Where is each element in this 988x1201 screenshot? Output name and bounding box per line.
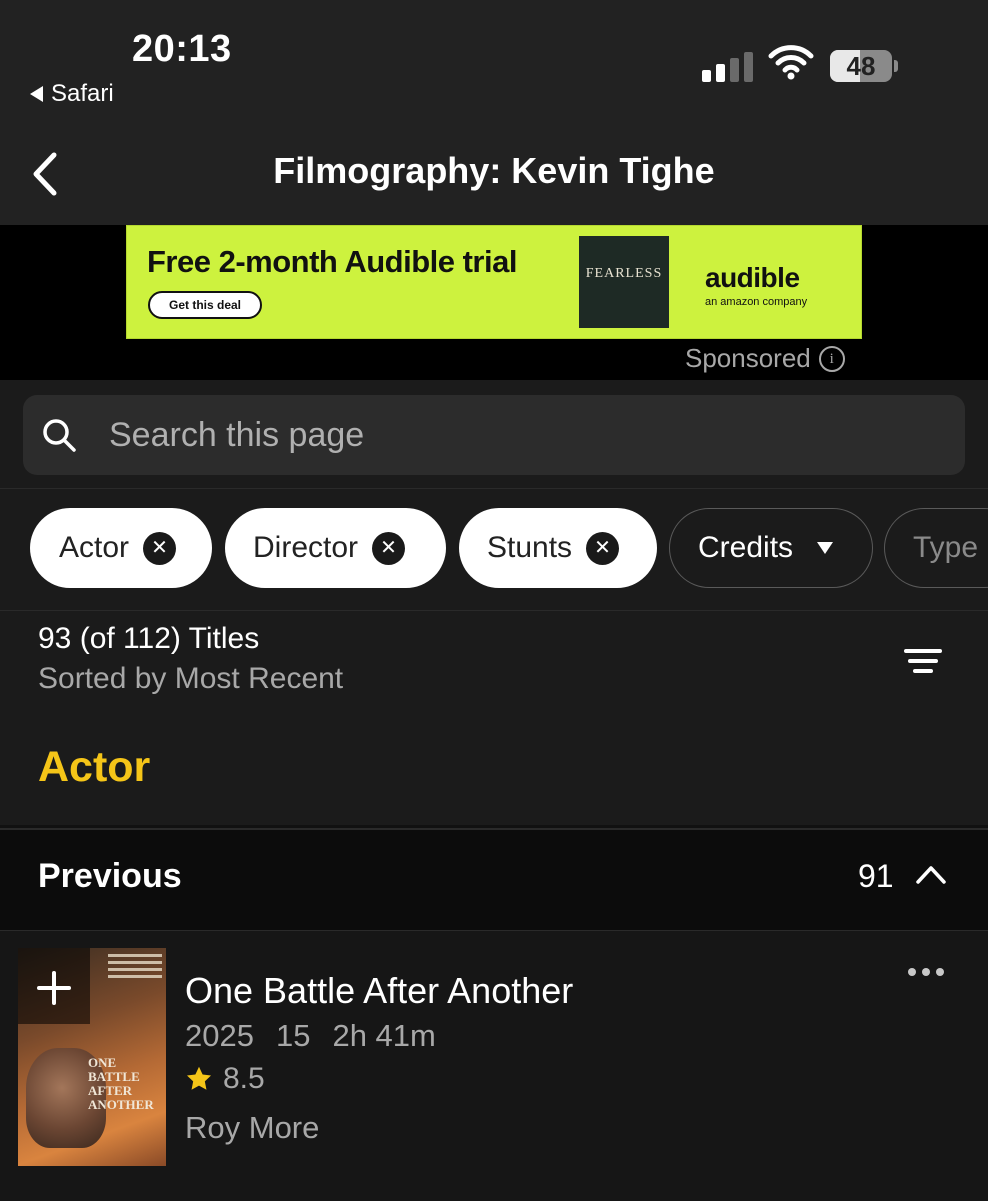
sort-description: Sorted by Most Recent — [38, 662, 344, 695]
item-certificate: 15 — [275, 1018, 311, 1053]
chevron-up-icon[interactable] — [914, 862, 948, 886]
add-to-watchlist-button[interactable] — [18, 948, 90, 1024]
rating-value: 8.5 — [223, 1062, 265, 1095]
info-icon[interactable]: i — [818, 345, 845, 372]
search-bar[interactable] — [23, 395, 965, 475]
filter-chip-actor[interactable]: Actor ✕ — [30, 508, 212, 588]
cellular-signal-icon — [702, 52, 753, 82]
ad-brand-logo: audible — [705, 262, 800, 293]
filter-chip-stunts[interactable]: Stunts ✕ — [459, 508, 657, 588]
ad-book-cover: FEARLESS — [579, 236, 669, 328]
search-input[interactable] — [109, 395, 929, 475]
remove-filter-icon[interactable]: ✕ — [143, 531, 177, 565]
sponsored-label: Sponsored i — [685, 343, 845, 374]
battery-icon: 48 — [830, 50, 898, 82]
filter-chip-director[interactable]: Director ✕ — [225, 508, 446, 588]
results-count: 93 (of 112) Titles — [38, 622, 260, 655]
filter-chip-label: Actor — [59, 531, 130, 564]
back-app-label: Safari — [51, 80, 114, 107]
filter-dropdown-label: Type — [913, 531, 979, 564]
item-title[interactable]: One Battle After Another — [185, 970, 573, 1012]
ad-headline: Free 2-month Audible trial — [147, 244, 517, 279]
status-time: 20:13 — [132, 28, 232, 70]
filter-dropdown-label: Credits — [698, 531, 794, 564]
sort-icon[interactable] — [904, 647, 944, 677]
back-triangle-icon — [30, 86, 43, 102]
ad-cta-button[interactable]: Get this deal — [148, 291, 262, 319]
ad-book-title: FEARLESS — [585, 266, 663, 281]
remove-filter-icon[interactable]: ✕ — [586, 531, 620, 565]
back-to-app-link[interactable]: Safari — [30, 80, 114, 108]
group-label: Previous — [38, 857, 182, 895]
wifi-icon — [768, 45, 814, 80]
filter-dropdown-credits[interactable]: Credits — [669, 508, 873, 588]
poster-title-text: ONE BATTLE AFTER ANOTHER — [88, 1055, 154, 1112]
group-count: 91 — [858, 858, 894, 894]
item-runtime: 2h 41m — [332, 1018, 436, 1053]
more-options-icon[interactable] — [908, 968, 944, 976]
remove-filter-icon[interactable]: ✕ — [372, 531, 406, 565]
ad-brand-subtitle: an amazon company — [705, 296, 808, 308]
section-title: Actor — [38, 743, 151, 791]
page-title: Filmography: Kevin Tighe — [273, 150, 715, 191]
star-icon — [186, 1066, 212, 1090]
filter-chip-label: Stunts — [487, 531, 573, 564]
filter-chip-label: Director — [253, 531, 359, 564]
caret-down-icon — [817, 542, 834, 554]
item-year: 2025 — [185, 1018, 254, 1053]
plus-icon — [37, 971, 71, 1005]
filter-dropdown-type[interactable]: Type — [884, 508, 988, 588]
item-rating: 8.5 — [185, 1062, 265, 1096]
search-icon — [43, 419, 76, 452]
battery-level: 48 — [846, 51, 876, 81]
ad-banner[interactable]: Free 2-month Audible trial Get this deal… — [126, 225, 862, 339]
sponsored-text: Sponsored — [685, 343, 811, 373]
item-role: Roy More — [185, 1110, 320, 1145]
item-meta: 2025 15 2h 41m — [185, 1018, 436, 1054]
poster-credits — [108, 954, 162, 994]
